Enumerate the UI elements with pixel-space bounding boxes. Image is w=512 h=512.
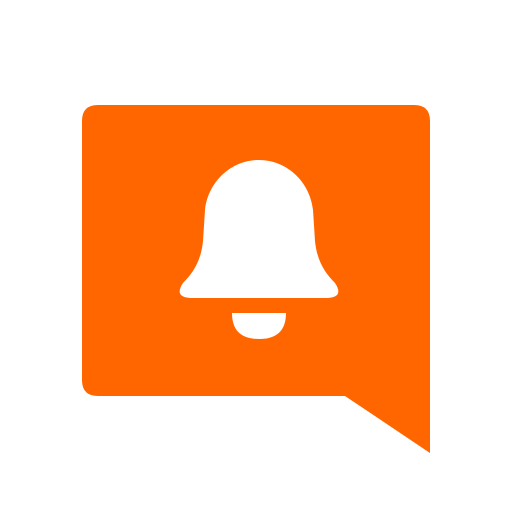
app-icon bbox=[82, 105, 430, 453]
app-icon-canvas bbox=[0, 0, 512, 512]
